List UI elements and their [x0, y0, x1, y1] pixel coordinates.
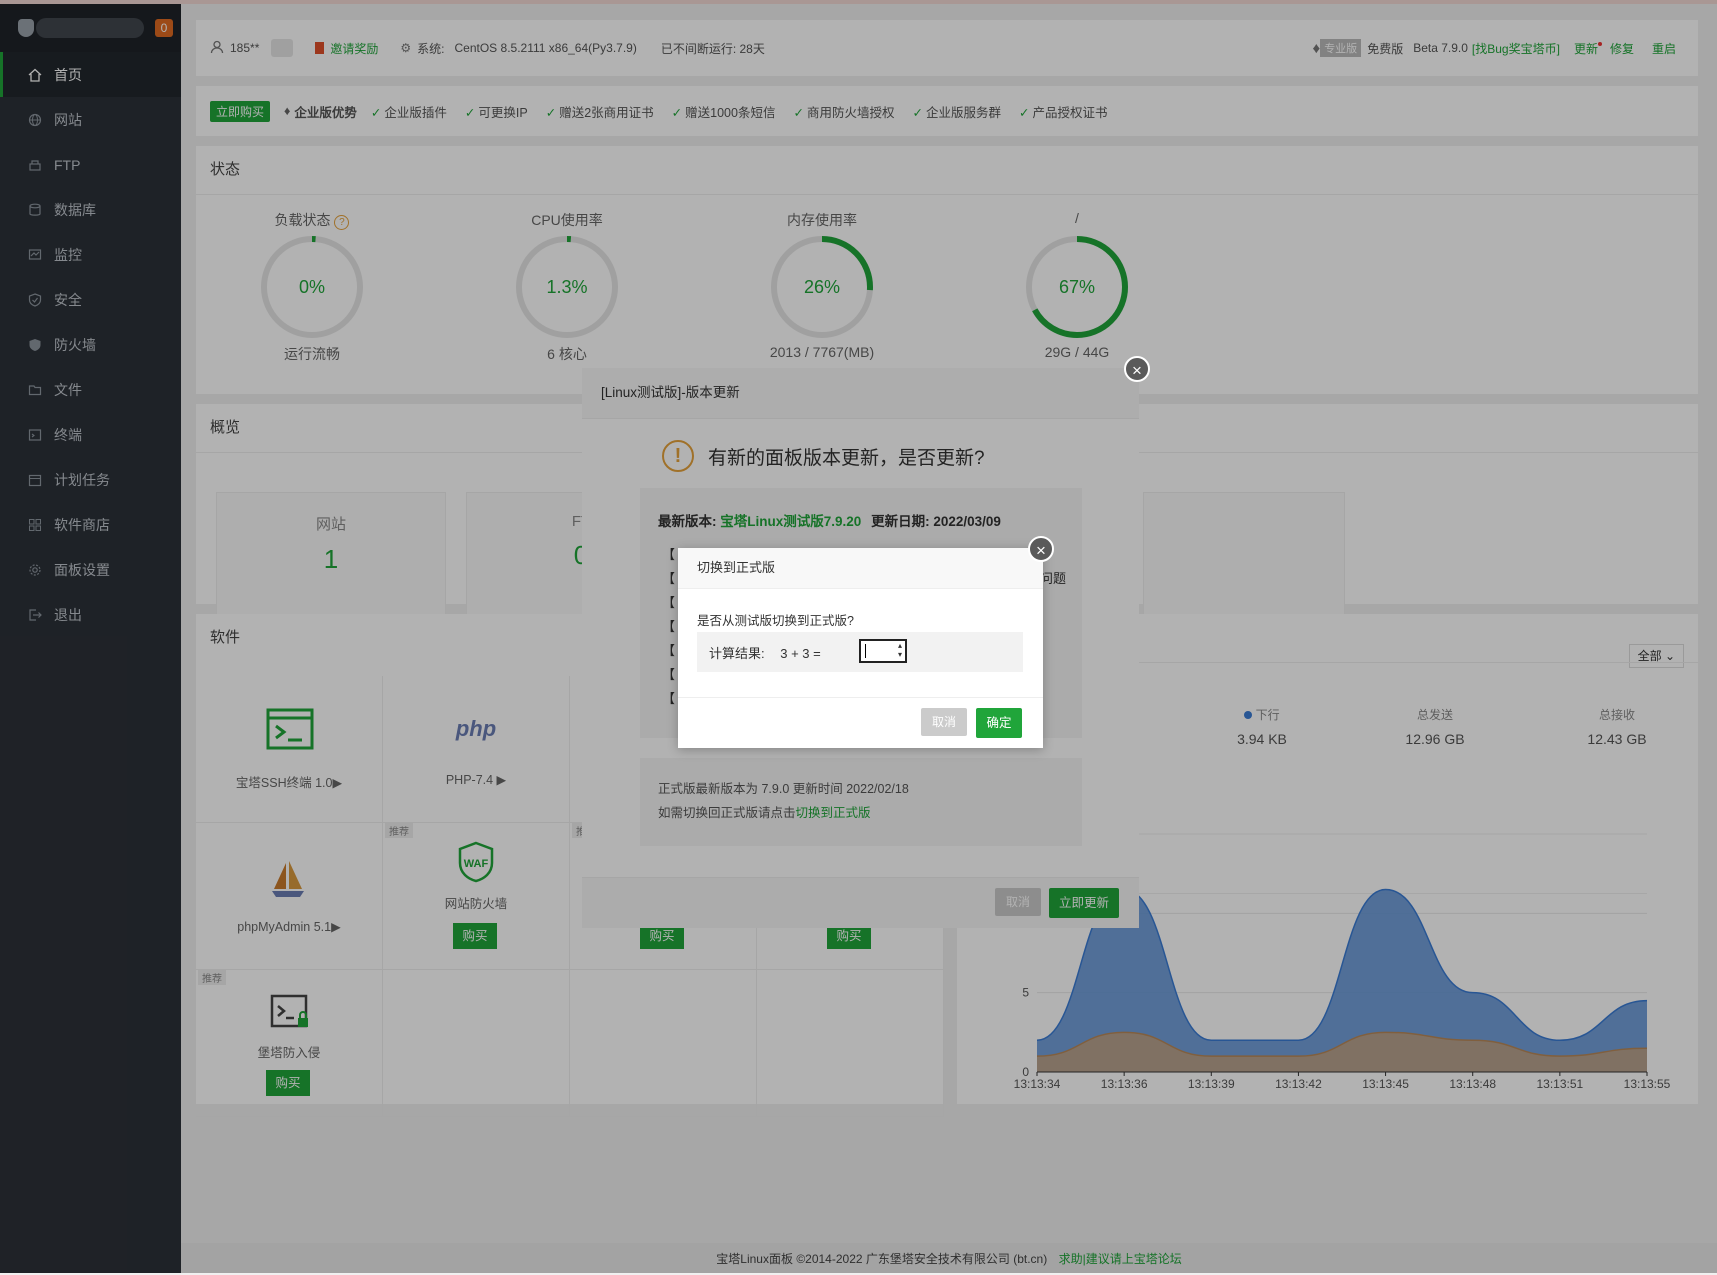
close-icon[interactable]: × [1124, 356, 1150, 382]
dialog-footer: 取消 确定 [678, 697, 1043, 748]
close-icon[interactable]: × [1028, 536, 1054, 562]
captcha-box: 计算结果: 3 + 3 = ▴ ▾ [697, 632, 1023, 672]
dialog-title: 切换到正式版 [678, 548, 1043, 589]
captcha-expression: 3 + 3 = [780, 646, 821, 661]
switch-stable-dialog: 切换到正式版 是否从测试版切换到正式版? 计算结果: 3 + 3 = ▴ ▾ 取消… [678, 548, 1043, 748]
switch-question: 是否从测试版切换到正式版? [697, 614, 854, 628]
captcha-input[interactable]: ▴ ▾ [859, 639, 907, 663]
cancel-button[interactable]: 取消 [921, 708, 967, 736]
captcha-label: 计算结果: [709, 646, 765, 661]
confirm-button[interactable]: 确定 [976, 708, 1022, 738]
text-cursor [865, 644, 866, 658]
spinner-icon[interactable]: ▴ ▾ [898, 641, 902, 659]
captcha-text: 计算结果: 3 + 3 = [709, 643, 821, 662]
